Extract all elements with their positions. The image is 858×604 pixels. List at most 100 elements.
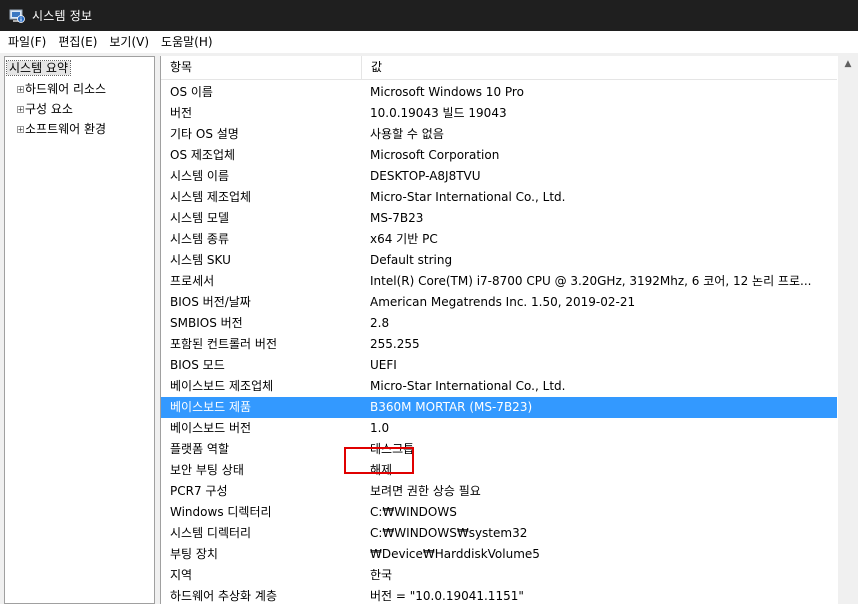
title-bar[interactable]: 시스템 정보 bbox=[0, 0, 858, 31]
item-cell: SMBIOS 버전 bbox=[170, 316, 243, 330]
value-cell: C:₩WINDOWS bbox=[370, 505, 457, 519]
value-cell: 한국 bbox=[370, 568, 393, 582]
value-cell: Microsoft Windows 10 Pro bbox=[370, 85, 524, 99]
value-cell: MS-7B23 bbox=[370, 211, 424, 225]
value-cell: 사용할 수 없음 bbox=[370, 127, 444, 141]
table-row[interactable]: 부팅 장치 ₩Device₩HarddiskVolume5 bbox=[161, 544, 837, 565]
table-row[interactable]: 기타 OS 설명 사용할 수 없음 bbox=[161, 124, 837, 145]
item-cell: 시스템 디렉터리 bbox=[170, 526, 252, 540]
value-cell: 2.8 bbox=[370, 316, 390, 330]
tree-item-label: 구성 요소 bbox=[25, 102, 73, 116]
table-row[interactable]: 시스템 디렉터리 C:₩WINDOWS₩system32 bbox=[161, 523, 837, 544]
item-cell: 기타 OS 설명 bbox=[170, 127, 239, 141]
value-cell: C:₩WINDOWS₩system32 bbox=[370, 526, 528, 540]
value-cell: 255.255 bbox=[370, 337, 420, 351]
value-cell: DESKTOP-A8J8TVU bbox=[370, 169, 481, 183]
item-cell: 부팅 장치 bbox=[170, 547, 218, 561]
table-row[interactable]: 프로세서 Intel(R) Core(TM) i7-8700 CPU @ 3.20… bbox=[161, 271, 837, 292]
tree-item-system-summary[interactable]: 시스템 요약 bbox=[5, 58, 72, 78]
table-row[interactable]: 시스템 SKU Default string bbox=[161, 250, 837, 271]
table-row[interactable]: 지역 한국 bbox=[161, 565, 837, 586]
item-cell: 보안 부팅 상태 bbox=[170, 463, 244, 477]
item-cell: 시스템 종류 bbox=[170, 232, 230, 246]
table-row[interactable]: OS 이름 Microsoft Windows 10 Pro bbox=[161, 82, 837, 103]
menu-item[interactable]: 보기(V) bbox=[103, 32, 155, 52]
value-cell: ₩Device₩HarddiskVolume5 bbox=[370, 547, 540, 561]
plus-expander-icon[interactable]: + bbox=[17, 86, 24, 94]
table-row[interactable]: BIOS 버전/날짜 American Megatrends Inc. 1.50,… bbox=[161, 292, 837, 313]
value-cell: 버전 = "10.0.19041.1151" bbox=[370, 589, 524, 603]
value-cell: UEFI bbox=[370, 358, 397, 372]
value-cell: American Megatrends Inc. 1.50, 2019-02-2… bbox=[370, 295, 636, 309]
details-list[interactable]: 항목 값 ▲ OS 이름 Microsoft Windows 10 Pro 버전 10… bbox=[160, 56, 858, 604]
value-cell: 보려면 권한 상승 필요 bbox=[370, 484, 481, 498]
table-row[interactable]: OS 제조업체 Microsoft Corporation bbox=[161, 145, 837, 166]
system-info-icon bbox=[9, 8, 25, 24]
vertical-scrollbar[interactable]: ▲ bbox=[838, 56, 858, 604]
item-cell: 베이스보드 버전 bbox=[170, 421, 252, 435]
table-row[interactable]: 보안 부팅 상태 해제 bbox=[161, 460, 837, 481]
value-cell: Default string bbox=[370, 253, 453, 267]
item-cell: OS 이름 bbox=[170, 85, 213, 99]
plus-expander-icon[interactable]: + bbox=[17, 106, 24, 114]
item-cell: OS 제조업체 bbox=[170, 148, 236, 162]
value-cell: 1.0 bbox=[370, 421, 390, 435]
main-area: 시스템 요약 + 하드웨어 리소스 + 구성 요소 + 소프트웨어 환경 항목 값 ▲ O… bbox=[0, 54, 858, 604]
item-cell: 베이스보드 제품 bbox=[170, 400, 252, 414]
value-cell: 해제 bbox=[370, 463, 393, 477]
table-row[interactable]: 하드웨어 추상화 계층 버전 = "10.0.19041.1151" bbox=[161, 586, 837, 604]
table-row[interactable]: 시스템 이름 DESKTOP-A8J8TVU bbox=[161, 166, 837, 187]
value-cell: x64 기반 PC bbox=[370, 232, 438, 246]
table-row[interactable]: 베이스보드 제조업체 Micro-Star International Co., … bbox=[161, 376, 837, 397]
tree-item[interactable]: + 소프트웨어 환경 bbox=[7, 119, 147, 139]
tree-item[interactable]: + 하드웨어 리소스 bbox=[7, 79, 147, 99]
table-row[interactable]: 베이스보드 제품 B360M MORTAR (MS-7B23) bbox=[161, 397, 837, 418]
table-row[interactable]: 플랫폼 역할 데스크톱 bbox=[161, 439, 837, 460]
tree-item-label: 하드웨어 리소스 bbox=[25, 82, 107, 96]
item-cell: 베이스보드 제조업체 bbox=[170, 379, 274, 393]
value-cell: B360M MORTAR (MS-7B23) bbox=[370, 400, 533, 414]
item-cell: 시스템 제조업체 bbox=[170, 190, 252, 204]
item-cell: 시스템 모델 bbox=[170, 211, 230, 225]
menu-item[interactable]: 편집(E) bbox=[52, 32, 103, 52]
item-cell: 지역 bbox=[170, 568, 193, 582]
table-row[interactable]: 시스템 종류 x64 기반 PC bbox=[161, 229, 837, 250]
value-cell: 10.0.19043 빌드 19043 bbox=[370, 106, 507, 120]
value-cell: Micro-Star International Co., Ltd. bbox=[370, 190, 566, 204]
item-cell: 시스템 이름 bbox=[170, 169, 230, 183]
menu-bar: 파일(F) 편집(E) 보기(V) 도움말(H) bbox=[0, 31, 858, 54]
tree-item-label: 시스템 요약 bbox=[5, 60, 72, 76]
value-cell: Microsoft Corporation bbox=[370, 148, 500, 162]
table-row[interactable]: 포함된 컨트롤러 버전 255.255 bbox=[161, 334, 837, 355]
item-cell: PCR7 구성 bbox=[170, 484, 228, 498]
list-header: 항목 값 bbox=[161, 56, 837, 80]
item-cell: Windows 디렉터리 bbox=[170, 505, 272, 519]
column-header-value[interactable]: 값 bbox=[362, 56, 837, 79]
scroll-up-arrow-icon[interactable]: ▲ bbox=[838, 56, 858, 73]
value-cell: 데스크톱 bbox=[370, 442, 415, 456]
plus-expander-icon[interactable]: + bbox=[17, 126, 24, 134]
table-row[interactable]: Windows 디렉터리 C:₩WINDOWS bbox=[161, 502, 837, 523]
menu-item[interactable]: 파일(F) bbox=[0, 32, 52, 52]
column-header-item[interactable]: 항목 bbox=[161, 56, 362, 79]
tree-item-label: 소프트웨어 환경 bbox=[25, 122, 107, 136]
item-cell: 버전 bbox=[170, 106, 193, 120]
table-row[interactable]: PCR7 구성 보려면 권한 상승 필요 bbox=[161, 481, 837, 502]
tree-item[interactable]: + 구성 요소 bbox=[7, 99, 147, 119]
category-tree[interactable]: 시스템 요약 + 하드웨어 리소스 + 구성 요소 + 소프트웨어 환경 bbox=[4, 56, 155, 604]
item-cell: 포함된 컨트롤러 버전 bbox=[170, 337, 277, 351]
table-row[interactable]: SMBIOS 버전 2.8 bbox=[161, 313, 837, 334]
item-cell: BIOS 버전/날짜 bbox=[170, 295, 251, 309]
table-row[interactable]: BIOS 모드 UEFI bbox=[161, 355, 837, 376]
item-cell: BIOS 모드 bbox=[170, 358, 225, 372]
value-cell: Intel(R) Core(TM) i7-8700 CPU @ 3.20GHz,… bbox=[370, 274, 812, 288]
table-row[interactable]: 시스템 제조업체 Micro-Star International Co., Lt… bbox=[161, 187, 837, 208]
table-row[interactable]: 시스템 모델 MS-7B23 bbox=[161, 208, 837, 229]
menu-item[interactable]: 도움말(H) bbox=[155, 32, 219, 52]
table-row[interactable]: 버전 10.0.19043 빌드 19043 bbox=[161, 103, 837, 124]
table-row[interactable]: 베이스보드 버전 1.0 bbox=[161, 418, 837, 439]
item-cell: 시스템 SKU bbox=[170, 253, 231, 267]
item-cell: 하드웨어 추상화 계층 bbox=[170, 589, 277, 603]
item-cell: 플랫폼 역할 bbox=[170, 442, 230, 456]
window-title: 시스템 정보 bbox=[32, 9, 93, 23]
